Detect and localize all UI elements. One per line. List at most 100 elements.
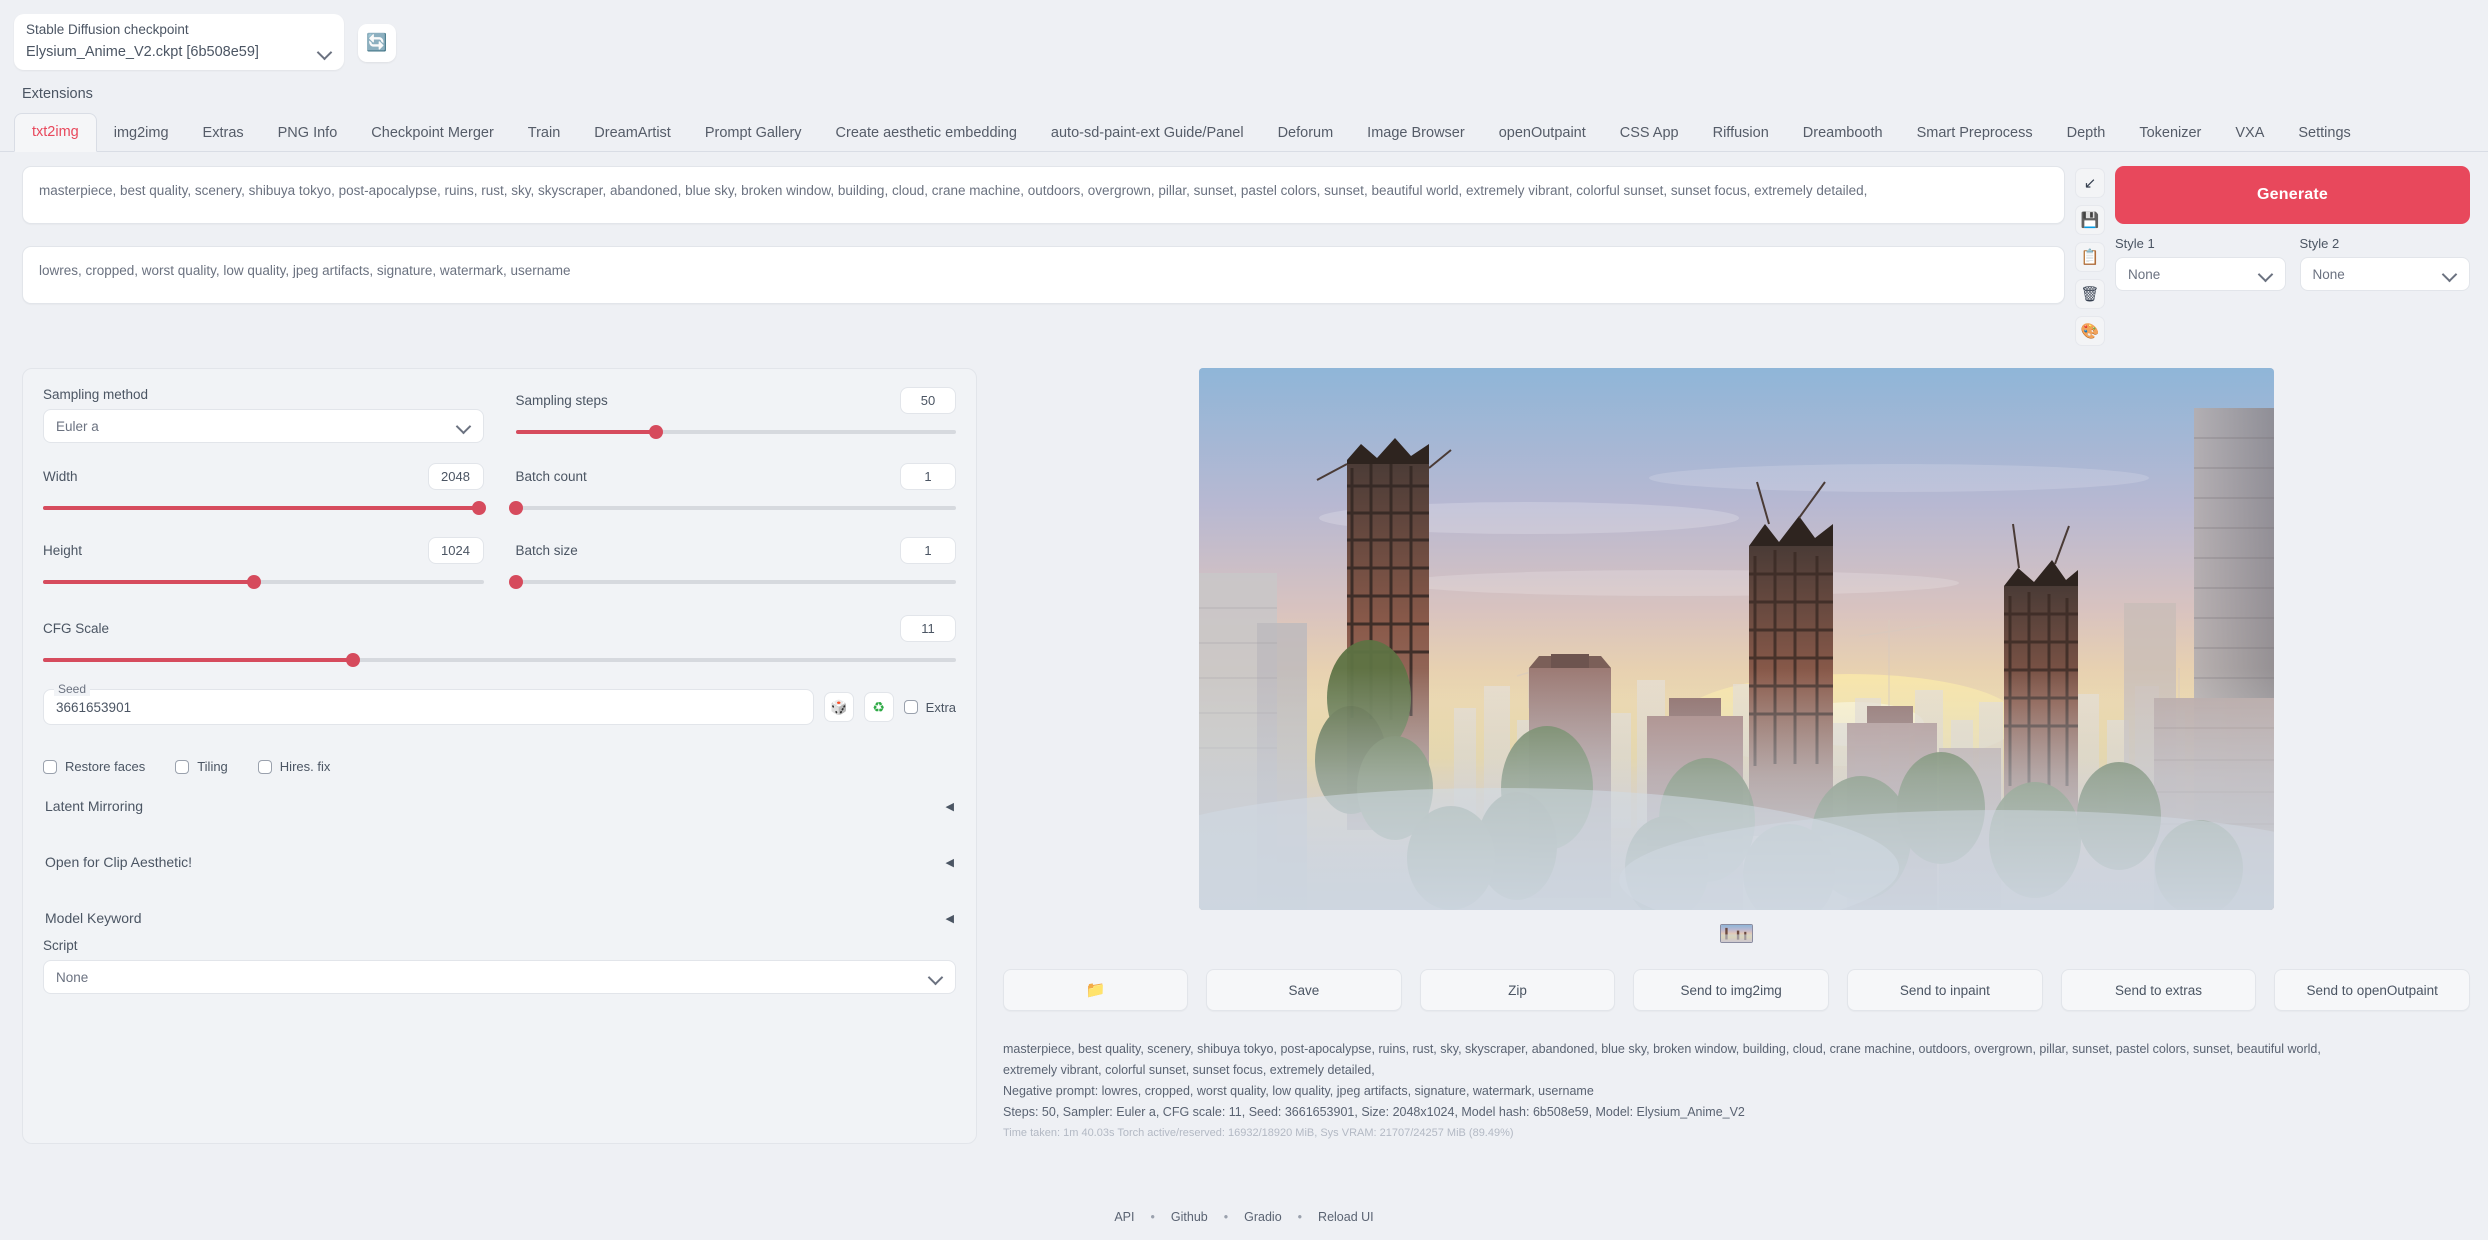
footer-separator: • [1150,1210,1155,1224]
width-slider[interactable] [43,499,487,517]
batch-count-slider[interactable] [508,499,956,517]
arrow-into-box-icon[interactable]: ↙ [2075,168,2105,198]
open-folder-button[interactable]: 📁 [1003,969,1188,1011]
height-field: Height 1024 [43,537,484,591]
refresh-checkpoints-button[interactable]: 🔄 [358,24,396,62]
batch-count-value[interactable]: 1 [900,463,956,490]
width-value[interactable]: 2048 [427,463,484,490]
tab-vxa[interactable]: VXA [2218,115,2281,152]
tab-deforum[interactable]: Deforum [1261,115,1351,152]
footer-link-github[interactable]: Github [1171,1210,1208,1224]
batch-size-value[interactable]: 1 [900,537,956,564]
accordion-latent-mirroring[interactable]: Latent Mirroring ◀ [43,782,956,830]
tab-auto-sd-paint-ext-guide-panel[interactable]: auto-sd-paint-ext Guide/Panel [1034,115,1261,152]
style1-field: Style 1 None [2115,236,2286,291]
footer-link-api[interactable]: API [1114,1210,1134,1224]
tab-openoutpaint[interactable]: openOutpaint [1482,115,1603,152]
slider-knob[interactable] [508,501,523,515]
checkbox[interactable] [43,759,57,774]
tab-tokenizer[interactable]: Tokenizer [2122,115,2218,152]
tab-dreambooth[interactable]: Dreambooth [1786,115,1900,152]
tab-png-info[interactable]: PNG Info [261,115,355,152]
tab-img2img[interactable]: img2img [97,115,186,152]
checkbox-item-tiling[interactable]: Tiling [175,759,228,774]
batch-size-label: Batch size [515,543,578,558]
tab-css-app[interactable]: CSS App [1603,115,1696,152]
slider-knob[interactable] [472,501,487,515]
save-floppy-icon[interactable]: 💾 [2075,205,2105,235]
style2-value: None [2312,266,2345,282]
styles-row: Style 1 None Style 2 None [2115,236,2470,291]
height-value[interactable]: 1024 [427,537,484,564]
checkbox-label: Hires. fix [279,759,331,774]
slider-knob[interactable] [508,575,523,589]
slider-knob[interactable] [247,575,262,589]
info-line-3: Negative prompt: lowres, cropped, worst … [1003,1084,1594,1098]
extra-seed-checkbox[interactable] [903,700,918,714]
palette-icon[interactable]: 🎨 [2075,316,2105,346]
sampling-steps-slider[interactable] [515,423,956,441]
batch-size-slider[interactable] [508,573,956,591]
accordion-model-keyword[interactable]: Model Keyword ◀ [43,894,956,942]
output-button-row: 📁 Save Zip Send to img2img Send to inpaint Se… [1003,969,2471,1011]
zip-button[interactable]: Zip [1419,969,1616,1011]
chevron-down-icon [457,419,471,433]
height-slider[interactable] [43,573,484,591]
send-to-extras-button[interactable]: Send to extras [2060,969,2257,1011]
script-dropdown[interactable]: None [43,960,956,994]
image-thumbnail[interactable] [1720,924,1753,943]
info-line-2: extremely vibrant, colorful sunset, suns… [1003,1063,1375,1077]
thumbnail-illustration [1721,925,1752,942]
checkbox-item-hires-fix[interactable]: Hires. fix [257,759,331,774]
extra-seed-checkbox-item[interactable]: Extra [903,700,956,715]
save-button[interactable]: Save [1206,969,1402,1011]
sampling-steps-value[interactable]: 50 [900,387,956,414]
batch-count-field: Batch count 1 [508,463,956,517]
negative-prompt-input[interactable]: lowres, cropped, worst quality, low qual… [22,246,2065,304]
cfg-scale-slider[interactable] [43,651,956,669]
checkbox[interactable] [257,759,272,774]
dice-icon: 🎲 [829,698,848,715]
send-to-inpaint-button[interactable]: Send to inpaint [1847,969,2043,1011]
footer-link-gradio[interactable]: Gradio [1244,1210,1282,1224]
seed-input[interactable]: Seed 3661653901 [43,682,814,725]
tab-create-aesthetic-embedding[interactable]: Create aesthetic embedding [819,115,1034,152]
tab-checkpoint-merger[interactable]: Checkpoint Merger [354,115,511,152]
slider-knob[interactable] [346,653,361,667]
generated-image[interactable] [1199,368,2274,910]
send-to-openoutpaint-button[interactable]: Send to openOutpaint [2274,969,2471,1011]
clipboard-icon[interactable]: 📋 [2075,242,2105,272]
reuse-seed-button[interactable]: ♻ [863,692,894,722]
tab-riffusion[interactable]: Riffusion [1696,115,1786,152]
sampling-method-label: Sampling method [43,387,149,402]
tab-train[interactable]: Train [511,115,578,152]
width-field: Width 2048 [43,463,487,517]
slider-knob[interactable] [649,425,664,439]
slider-fill [43,580,255,584]
tab-dreamartist[interactable]: DreamArtist [577,115,688,152]
checkpoint-dropdown[interactable]: Elysium_Anime_V2.ckpt [6b508e59] [26,44,332,60]
checkbox-item-restore-faces[interactable]: Restore faces [43,759,145,774]
footer-link-reload-ui[interactable]: Reload UI [1318,1210,1374,1224]
send-to-img2img-button[interactable]: Send to img2img [1633,969,1830,1011]
tab-extras[interactable]: Extras [186,115,261,152]
output-panel: 📁 Save Zip Send to img2img Send to inpaint Se… [1003,368,2471,1144]
sampling-method-dropdown[interactable]: Euler a [43,409,484,443]
generate-button[interactable]: Generate [2115,166,2470,224]
tab-txt2img[interactable]: txt2img [14,113,97,152]
style2-dropdown[interactable]: None [2299,257,2470,291]
checkpoint-label: Stable Diffusion checkpoint [26,22,189,37]
trash-icon[interactable]: 🗑 [2075,279,2105,309]
style1-dropdown[interactable]: None [2115,257,2286,291]
tab-depth[interactable]: Depth [2050,115,2123,152]
tab-image-browser[interactable]: Image Browser [1350,115,1482,152]
checkpoint-selector[interactable]: Stable Diffusion checkpoint Elysium_Anim… [14,14,344,70]
tab-settings[interactable]: Settings [2281,115,2367,152]
tab-prompt-gallery[interactable]: Prompt Gallery [688,115,819,152]
cfg-scale-value[interactable]: 11 [900,615,956,642]
random-seed-button[interactable]: 🎲 [823,692,854,722]
tab-smart-preprocess[interactable]: Smart Preprocess [1900,115,2050,152]
accordion-open-for-clip-aesthetic[interactable]: Open for Clip Aesthetic! ◀ [43,838,956,886]
positive-prompt-input[interactable]: masterpiece, best quality, scenery, shib… [22,166,2065,224]
checkbox[interactable] [175,759,190,774]
